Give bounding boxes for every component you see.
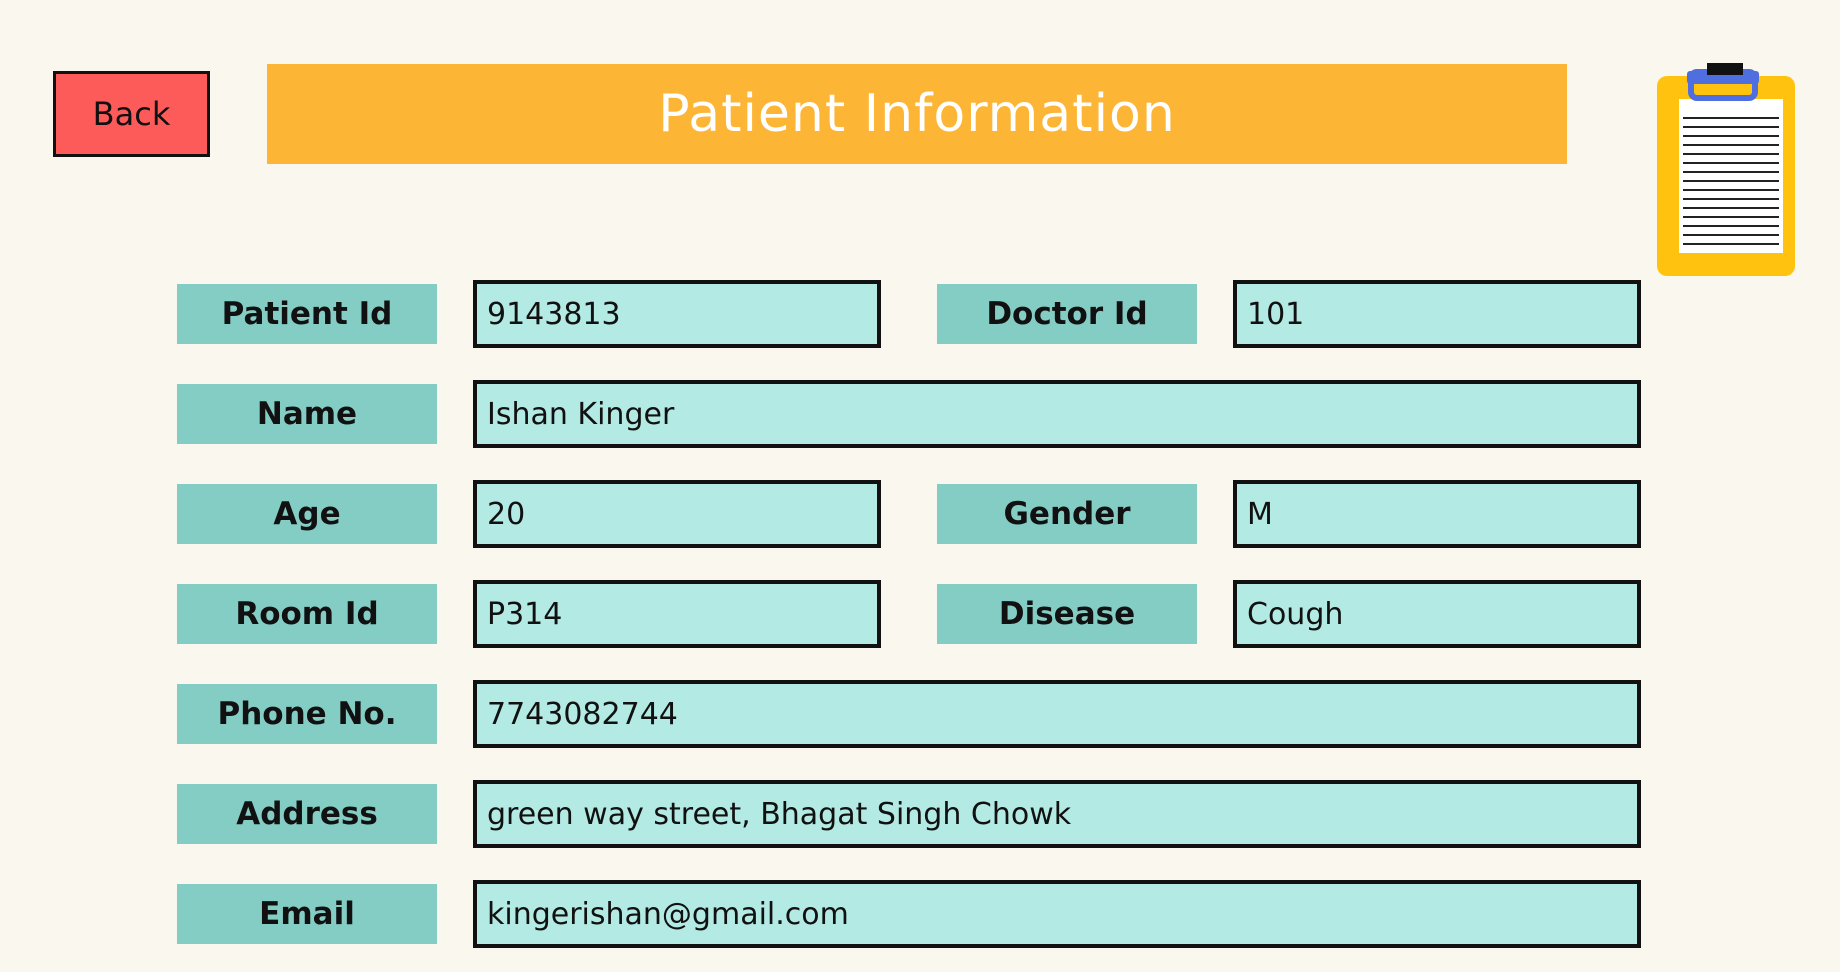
address-label: Address xyxy=(177,784,437,844)
title-bar: Patient Information xyxy=(267,64,1567,164)
gender-label: Gender xyxy=(937,484,1197,544)
doctor-id-label: Doctor Id xyxy=(937,284,1197,344)
doctor-id-field[interactable]: 101 xyxy=(1233,280,1641,348)
patient-id-label: Patient Id xyxy=(177,284,437,344)
room-id-field[interactable]: P314 xyxy=(473,580,881,648)
clipboard-icon xyxy=(1655,63,1797,277)
name-label: Name xyxy=(177,384,437,444)
name-field[interactable]: Ishan Kinger xyxy=(473,380,1641,448)
back-button[interactable]: Back xyxy=(53,71,210,157)
phone-field[interactable]: 7743082744 xyxy=(473,680,1641,748)
age-label: Age xyxy=(177,484,437,544)
age-field[interactable]: 20 xyxy=(473,480,881,548)
patient-id-field[interactable]: 9143813 xyxy=(473,280,881,348)
disease-field[interactable]: Cough xyxy=(1233,580,1641,648)
phone-label: Phone No. xyxy=(177,684,437,744)
gender-field[interactable]: M xyxy=(1233,480,1641,548)
email-label: Email xyxy=(177,884,437,944)
disease-label: Disease xyxy=(937,584,1197,644)
room-id-label: Room Id xyxy=(177,584,437,644)
email-field[interactable]: kingerishan@gmail.com xyxy=(473,880,1641,948)
address-field[interactable]: green way street, Bhagat Singh Chowk xyxy=(473,780,1641,848)
page-title: Patient Information xyxy=(658,84,1176,144)
